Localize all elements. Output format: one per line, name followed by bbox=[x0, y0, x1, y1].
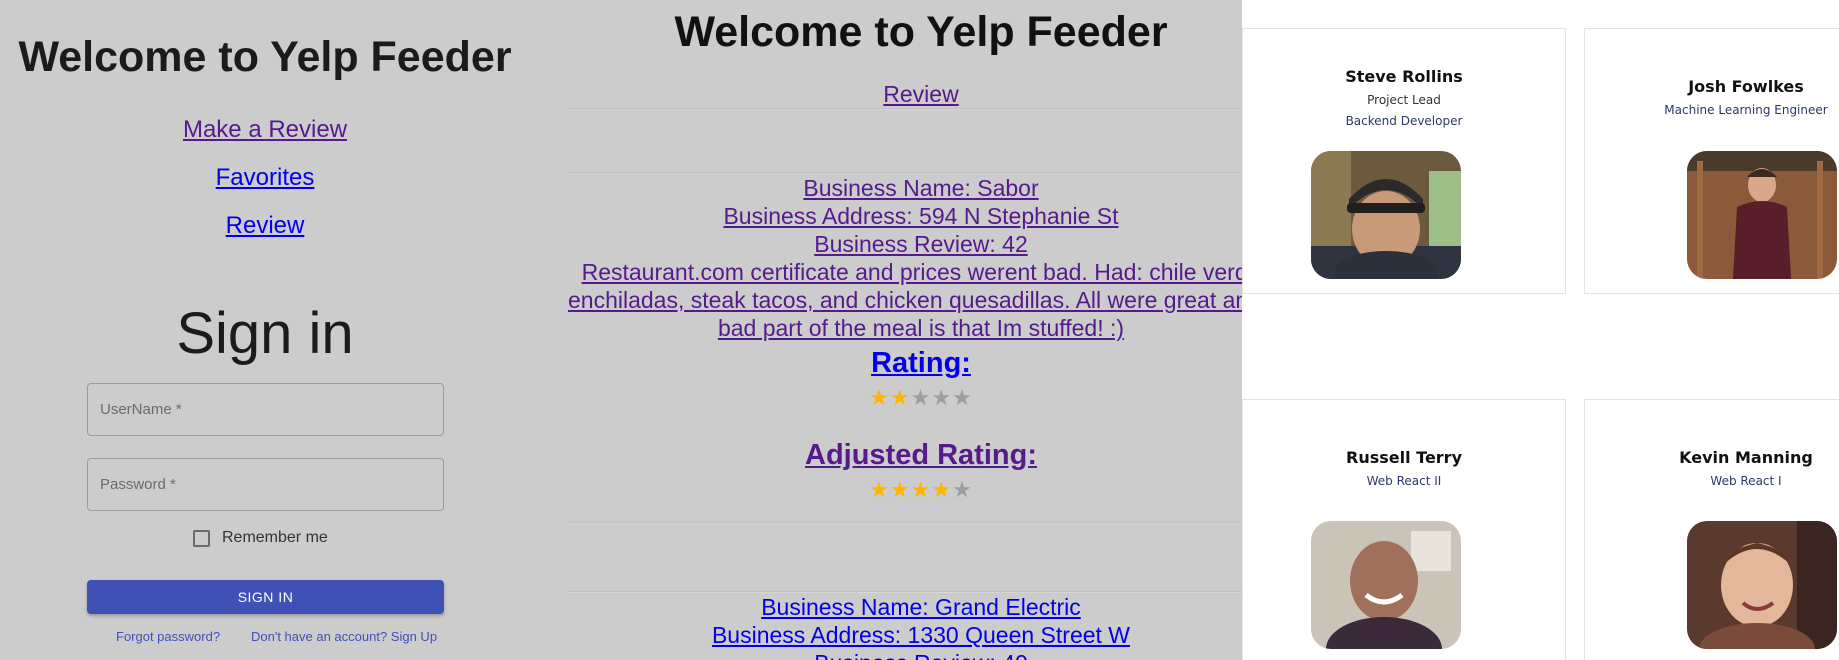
page-title: Welcome to Yelp Feeder bbox=[674, 8, 1168, 56]
page-title: Welcome to Yelp Feeder bbox=[18, 33, 512, 81]
star-filled-icon: ★ bbox=[869, 385, 890, 410]
star-filled-icon: ★ bbox=[910, 477, 932, 502]
signin-panel: Welcome to Yelp Feeder Make a Review Fav… bbox=[0, 0, 568, 660]
divider bbox=[568, 522, 1242, 524]
business-address-link[interactable]: Business Address: 1330 Queen Street W bbox=[568, 622, 1242, 649]
avatar bbox=[1311, 521, 1461, 649]
member-role: Web React I bbox=[1710, 474, 1782, 488]
password-field bbox=[87, 458, 444, 511]
sign-up-link[interactable]: Don't have an account? Sign Up bbox=[251, 629, 437, 644]
business-name-link[interactable]: Business Name: Grand Electric bbox=[568, 594, 1242, 621]
remember-me-label: Remember me bbox=[222, 529, 328, 546]
star-empty-icon: ★ bbox=[931, 385, 953, 410]
member-role: Machine Learning Engineer bbox=[1664, 103, 1828, 117]
nav-review-link[interactable]: Review bbox=[568, 81, 1242, 108]
member-role: Backend Developer bbox=[1345, 114, 1463, 128]
review-text-line[interactable]: bad part of the meal is that Im stuffed!… bbox=[568, 315, 1242, 342]
review-text-line[interactable]: Restaurant.com certificate and prices we… bbox=[568, 259, 1242, 286]
team-panel: Steve Rollins Project Lead Backend Devel… bbox=[1242, 0, 1839, 660]
star-filled-icon: ★ bbox=[869, 477, 890, 502]
business-address-link[interactable]: Business Address: 594 N Stephanie St bbox=[568, 203, 1242, 230]
rating-stars: ★★★★★ bbox=[568, 385, 1242, 411]
business-review-count-link[interactable]: Business Review: 40 bbox=[568, 650, 1242, 660]
review-text-line[interactable]: enchiladas, steak tacos, and chicken que… bbox=[568, 287, 1242, 314]
member-name: Kevin Manning bbox=[1679, 448, 1813, 467]
team-card: Kevin Manning Web React I bbox=[1584, 399, 1839, 660]
divider bbox=[568, 108, 1242, 110]
team-card: Steve Rollins Project Lead Backend Devel… bbox=[1242, 28, 1566, 294]
star-filled-icon: ★ bbox=[931, 477, 953, 502]
photo-kevin-manning bbox=[1687, 521, 1837, 649]
photo-russell-terry bbox=[1311, 521, 1461, 649]
signin-heading: Sign in bbox=[176, 301, 354, 366]
avatar bbox=[1687, 521, 1837, 649]
star-filled-icon: ★ bbox=[889, 385, 911, 410]
star-empty-icon: ★ bbox=[910, 385, 932, 410]
star-empty-icon: ★ bbox=[952, 385, 973, 410]
screenshot-stage: Welcome to Yelp Feeder Make a Review Fav… bbox=[0, 0, 1839, 660]
member-name: Steve Rollins bbox=[1345, 67, 1463, 86]
adjusted-rating-link[interactable]: Adjusted Rating: bbox=[568, 439, 1242, 472]
forgot-password-link[interactable]: Forgot password? bbox=[116, 629, 220, 644]
avatar bbox=[1687, 151, 1837, 279]
member-name: Russell Terry bbox=[1346, 448, 1462, 467]
username-field bbox=[87, 383, 444, 436]
remember-me-checkbox[interactable] bbox=[193, 529, 210, 547]
team-card: Russell Terry Web React II bbox=[1242, 399, 1566, 660]
password-input[interactable] bbox=[88, 459, 443, 510]
rating-link[interactable]: Rating: bbox=[568, 347, 1242, 380]
nav-favorites-link[interactable]: Favorites bbox=[0, 164, 530, 192]
divider bbox=[568, 591, 1242, 593]
remember-me[interactable]: Remember me bbox=[193, 529, 328, 547]
nav-make-review-link[interactable]: Make a Review bbox=[0, 116, 530, 144]
review-panel: Welcome to Yelp Feeder Review Business N… bbox=[568, 0, 1242, 660]
nav-review-link[interactable]: Review bbox=[0, 212, 530, 240]
avatar bbox=[1311, 151, 1461, 279]
photo-josh-fowlkes bbox=[1687, 151, 1837, 279]
divider bbox=[568, 172, 1242, 174]
adjusted-rating-stars: ★★★★★ bbox=[568, 477, 1242, 503]
member-name: Josh Fowlkes bbox=[1688, 77, 1804, 96]
star-empty-icon: ★ bbox=[952, 477, 973, 502]
business-review-count-link[interactable]: Business Review: 42 bbox=[568, 231, 1242, 258]
business-name-link[interactable]: Business Name: Sabor bbox=[568, 175, 1242, 202]
member-role: Project Lead bbox=[1367, 93, 1441, 107]
username-input[interactable] bbox=[88, 384, 443, 435]
member-role: Web React II bbox=[1366, 474, 1442, 488]
star-filled-icon: ★ bbox=[889, 477, 911, 502]
sign-in-button[interactable]: SIGN IN bbox=[87, 580, 444, 614]
photo-steve-rollins bbox=[1311, 151, 1461, 279]
team-card: Josh Fowlkes Machine Learning Engineer bbox=[1584, 28, 1839, 294]
